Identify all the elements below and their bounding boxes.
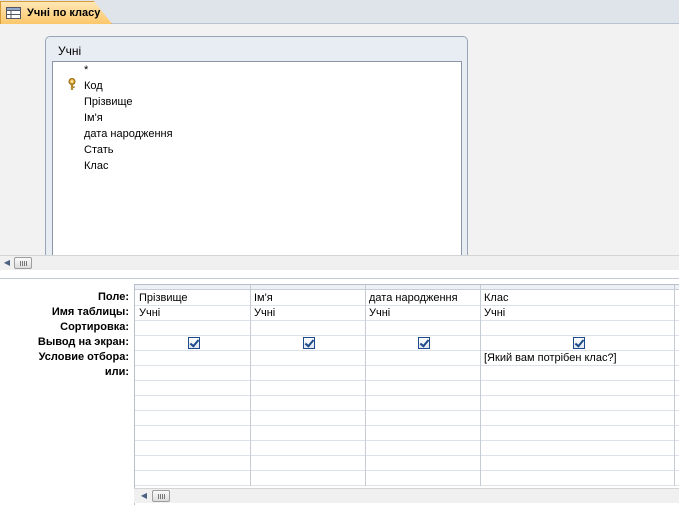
scrollbar-thumb[interactable] xyxy=(152,490,170,502)
pane-splitter[interactable] xyxy=(0,270,679,279)
tab-label: Учні по класу xyxy=(27,7,101,19)
document-tab-bar: Учні по класу xyxy=(0,0,679,24)
row-label-sort: Сортировка: xyxy=(60,321,129,333)
row-label-criteria: Условие отбора: xyxy=(38,351,129,363)
show-checkbox-1[interactable] xyxy=(188,337,200,349)
row-label-show: Вывод на экран: xyxy=(37,336,129,348)
field-item-klas[interactable]: Клас xyxy=(84,160,108,172)
field-item-prizvyshche[interactable]: Прізвище xyxy=(84,96,133,108)
scroll-left-arrow-icon[interactable]: ◀ xyxy=(0,256,14,270)
table-pane-horizontal-scrollbar[interactable]: ◀ xyxy=(0,255,679,270)
column-selector-bar[interactable] xyxy=(135,285,679,290)
field-list-box[interactable]: * Код Прізвище Ім'я дата народження Стат… xyxy=(52,61,462,265)
show-checkbox-2[interactable] xyxy=(303,337,315,349)
grid-field-cell-4[interactable]: Клас xyxy=(484,292,508,304)
grid-table-cell-4[interactable]: Учні xyxy=(484,307,505,319)
query-icon xyxy=(6,7,21,19)
show-checkbox-4[interactable] xyxy=(573,337,585,349)
grid-field-cell-2[interactable]: Ім'я xyxy=(254,292,273,304)
field-item-all[interactable]: * xyxy=(84,64,88,76)
grid-field-cell-3[interactable]: дата народження xyxy=(369,292,458,304)
grid-field-cell-1[interactable]: Прізвище xyxy=(139,292,188,304)
row-label-field: Поле: xyxy=(98,291,129,303)
scrollbar-thumb[interactable] xyxy=(14,257,32,269)
scroll-left-arrow-icon[interactable]: ◀ xyxy=(137,489,151,503)
field-item-kod[interactable]: Код xyxy=(84,80,103,92)
show-checkbox-3[interactable] xyxy=(418,337,430,349)
grid-criteria-cell-4[interactable]: [Який вам потрібен клас?] xyxy=(484,352,617,364)
grid-table-cell-2[interactable]: Учні xyxy=(254,307,275,319)
design-grid-pane: Поле: Имя таблицы: Сортировка: Вывод на … xyxy=(0,280,679,506)
row-label-table: Имя таблицы: xyxy=(51,306,129,318)
design-grid-horizontal-scrollbar[interactable]: ◀ xyxy=(134,488,679,503)
field-item-stat[interactable]: Стать xyxy=(84,144,114,156)
row-labels: Поле: Имя таблицы: Сортировка: Вывод на … xyxy=(0,280,134,506)
field-item-data-narodzhennia[interactable]: дата народження xyxy=(84,128,173,140)
field-list-title: Учні xyxy=(58,44,82,58)
table-pane: Учні * Код Прізвище Ім'я дата народження… xyxy=(0,24,679,265)
query-design-grid[interactable]: Прізвище Учні Ім'я Учні дата народження … xyxy=(134,284,679,505)
key-icon xyxy=(68,78,76,90)
grid-table-cell-3[interactable]: Учні xyxy=(369,307,390,319)
tab-query-uchni-po-klasu[interactable]: Учні по класу xyxy=(0,1,112,24)
row-label-or: или: xyxy=(104,366,129,378)
grid-table-cell-1[interactable]: Учні xyxy=(139,307,160,319)
field-list-uchni[interactable]: Учні * Код Прізвище Ім'я дата народження… xyxy=(45,36,468,265)
field-item-imia[interactable]: Ім'я xyxy=(84,112,103,124)
